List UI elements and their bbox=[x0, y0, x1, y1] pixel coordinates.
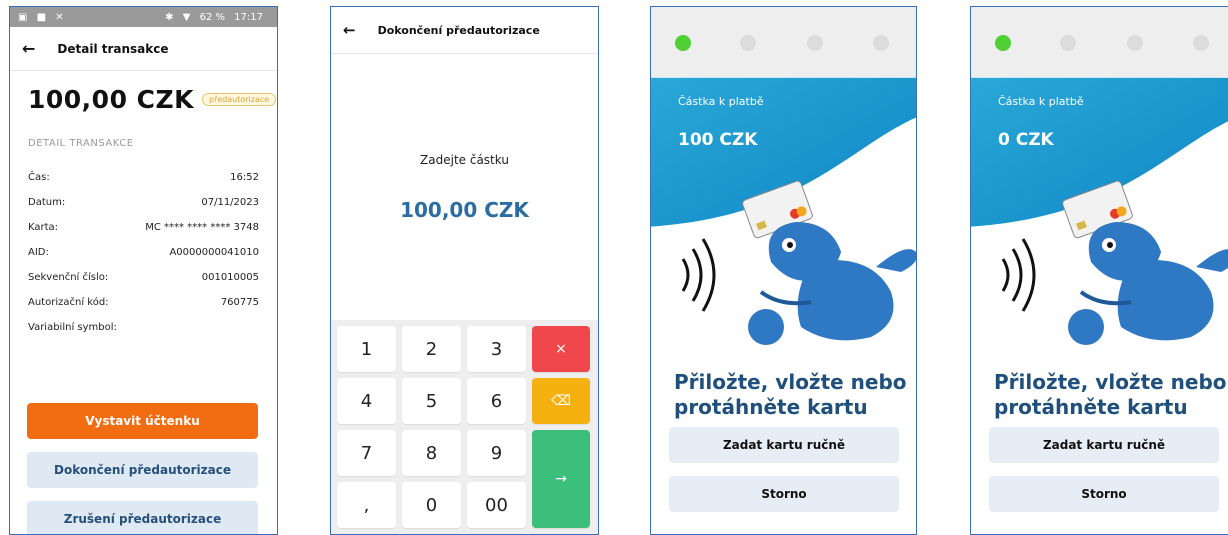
detail-row: Variabilní symbol: bbox=[10, 315, 277, 340]
keypad-key[interactable]: 9 bbox=[467, 430, 526, 476]
entered-amount: 100,00 CZK bbox=[400, 198, 529, 222]
app-icon: ▣ bbox=[18, 11, 28, 23]
progress-dots bbox=[651, 7, 916, 77]
payment-screen-100: Částka k platbě 100 CZK Přiložte, vložte… bbox=[650, 6, 917, 535]
amount-row: 100,00 CZK předautorizace bbox=[10, 71, 277, 114]
detail-value: 16:52 bbox=[230, 172, 259, 183]
progress-dot bbox=[873, 35, 889, 51]
chameleon-mascot-icon bbox=[681, 180, 916, 345]
card-prompt-line1: Přiložte, vložte nebo bbox=[674, 370, 907, 394]
transaction-amount: 100,00 CZK bbox=[28, 85, 195, 114]
detail-row: Sekvenční číslo: 001010005 bbox=[10, 265, 277, 290]
status-bar: ▣ ■ ✕ ✱ ▼ 62 % 17:17 bbox=[10, 7, 277, 27]
payment-label: Částka k platbě bbox=[998, 95, 1084, 108]
detail-row: Autorizační kód: 760775 bbox=[10, 290, 277, 315]
clear-key[interactable]: × bbox=[532, 326, 590, 372]
manual-card-button[interactable]: Zadat kartu ručně bbox=[989, 427, 1219, 463]
battery-level: 62 % bbox=[199, 11, 225, 23]
progress-dot-active bbox=[995, 35, 1011, 51]
detail-value: MC **** **** **** 3748 bbox=[145, 222, 259, 233]
payment-label: Částka k platbě bbox=[678, 95, 764, 108]
payment-amount: 0 CZK bbox=[998, 130, 1054, 150]
issue-receipt-button[interactable]: Vystavit účtenku bbox=[27, 403, 258, 439]
keypad-key[interactable]: 4 bbox=[337, 378, 396, 424]
detail-value: 001010005 bbox=[201, 272, 259, 283]
confirm-arrow-icon[interactable]: → bbox=[532, 430, 590, 528]
detail-label: Čas: bbox=[28, 172, 50, 183]
card-prompt: Přiložte, vložte nebo protáhněte kartu bbox=[994, 370, 1227, 420]
amount-entry-screen: ← Dokončení předautorizace Zadejte částk… bbox=[330, 6, 599, 535]
cancel-button[interactable]: Storno bbox=[989, 476, 1219, 512]
card-prompt-line2: protáhněte kartu bbox=[994, 395, 1188, 419]
progress-dot bbox=[1193, 35, 1209, 51]
back-arrow-icon[interactable]: ← bbox=[22, 39, 35, 58]
keypad-key[interactable]: , bbox=[337, 482, 396, 528]
keypad-key[interactable]: 6 bbox=[467, 378, 526, 424]
detail-row: Čas: 16:52 bbox=[10, 165, 277, 190]
keypad-key[interactable]: 2 bbox=[402, 326, 461, 372]
payment-amount: 100 CZK bbox=[678, 130, 758, 150]
keypad-key[interactable]: 5 bbox=[402, 378, 461, 424]
keypad-key[interactable]: 8 bbox=[402, 430, 461, 476]
bluetooth-icon: ✱ bbox=[165, 11, 174, 23]
detail-row: Datum: 07/11/2023 bbox=[10, 190, 277, 215]
amount-prompt: Zadejte částku bbox=[420, 153, 509, 167]
detail-label: Variabilní symbol: bbox=[28, 322, 117, 333]
payment-screen-0: Částka k platbě 0 CZK Přiložte, vložte n… bbox=[970, 6, 1228, 535]
detail-list: Čas: 16:52 Datum: 07/11/2023 Karta: MC **** *… bbox=[10, 165, 277, 340]
app-bar: ← Dokončení předautorizace bbox=[331, 7, 598, 54]
app-bar: ← Detail transakce bbox=[10, 27, 277, 71]
cancel-button[interactable]: Storno bbox=[669, 476, 899, 512]
chameleon-mascot-icon bbox=[1001, 180, 1228, 345]
keypad-key[interactable]: 0 bbox=[402, 482, 461, 528]
detail-row: Karta: MC **** **** **** 3748 bbox=[10, 215, 277, 240]
card-prompt-line2: protáhněte kartu bbox=[674, 395, 868, 419]
transaction-detail-screen: ▣ ■ ✕ ✱ ▼ 62 % 17:17 ← Detail transakce … bbox=[9, 6, 278, 535]
keypad-key[interactable]: 1 bbox=[337, 326, 396, 372]
card-prompt: Přiložte, vložte nebo protáhněte kartu bbox=[674, 370, 907, 420]
manual-card-button[interactable]: Zadat kartu ručně bbox=[669, 427, 899, 463]
detail-value: A0000000041010 bbox=[169, 247, 259, 258]
page-title: Dokončení předautorizace bbox=[377, 23, 540, 37]
progress-dot bbox=[807, 35, 823, 51]
status-badge: předautorizace bbox=[202, 93, 277, 106]
detail-value: 07/11/2023 bbox=[201, 197, 259, 208]
numeric-keypad: × ⌫ → 1 2 3 4 5 6 7 8 9, 0 00 bbox=[331, 320, 598, 534]
progress-dots bbox=[971, 7, 1228, 77]
detail-label: Sekvenční číslo: bbox=[28, 272, 109, 283]
status-time: 17:17 bbox=[234, 11, 263, 23]
page-title: Detail transakce bbox=[57, 41, 169, 56]
detail-row: AID: A0000000041010 bbox=[10, 240, 277, 265]
progress-dot bbox=[1060, 35, 1076, 51]
detail-label: Autorizační kód: bbox=[28, 297, 109, 308]
detail-label: AID: bbox=[28, 247, 49, 258]
back-arrow-icon[interactable]: ← bbox=[343, 21, 356, 39]
image-icon: ■ bbox=[36, 11, 47, 23]
complete-preauth-button[interactable]: Dokončení předautorizace bbox=[27, 452, 258, 488]
keypad-key[interactable]: 00 bbox=[467, 482, 526, 528]
wifi-icon: ▼ bbox=[182, 11, 191, 23]
detail-label: Karta: bbox=[28, 222, 59, 233]
detail-value: 760775 bbox=[220, 297, 259, 308]
keypad-key[interactable]: 3 bbox=[467, 326, 526, 372]
cancel-preauth-button[interactable]: Zrušení předautorizace bbox=[27, 501, 258, 534]
missed-icon: ✕ bbox=[55, 11, 64, 23]
progress-dot bbox=[740, 35, 756, 51]
card-prompt-line1: Přiložte, vložte nebo bbox=[994, 370, 1227, 394]
detail-label: Datum: bbox=[28, 197, 66, 208]
section-title: DETAIL TRANSAKCE bbox=[28, 138, 134, 149]
progress-dot bbox=[1127, 35, 1143, 51]
progress-dot-active bbox=[675, 35, 691, 51]
keypad-key[interactable]: 7 bbox=[337, 430, 396, 476]
backspace-icon[interactable]: ⌫ bbox=[532, 378, 590, 424]
